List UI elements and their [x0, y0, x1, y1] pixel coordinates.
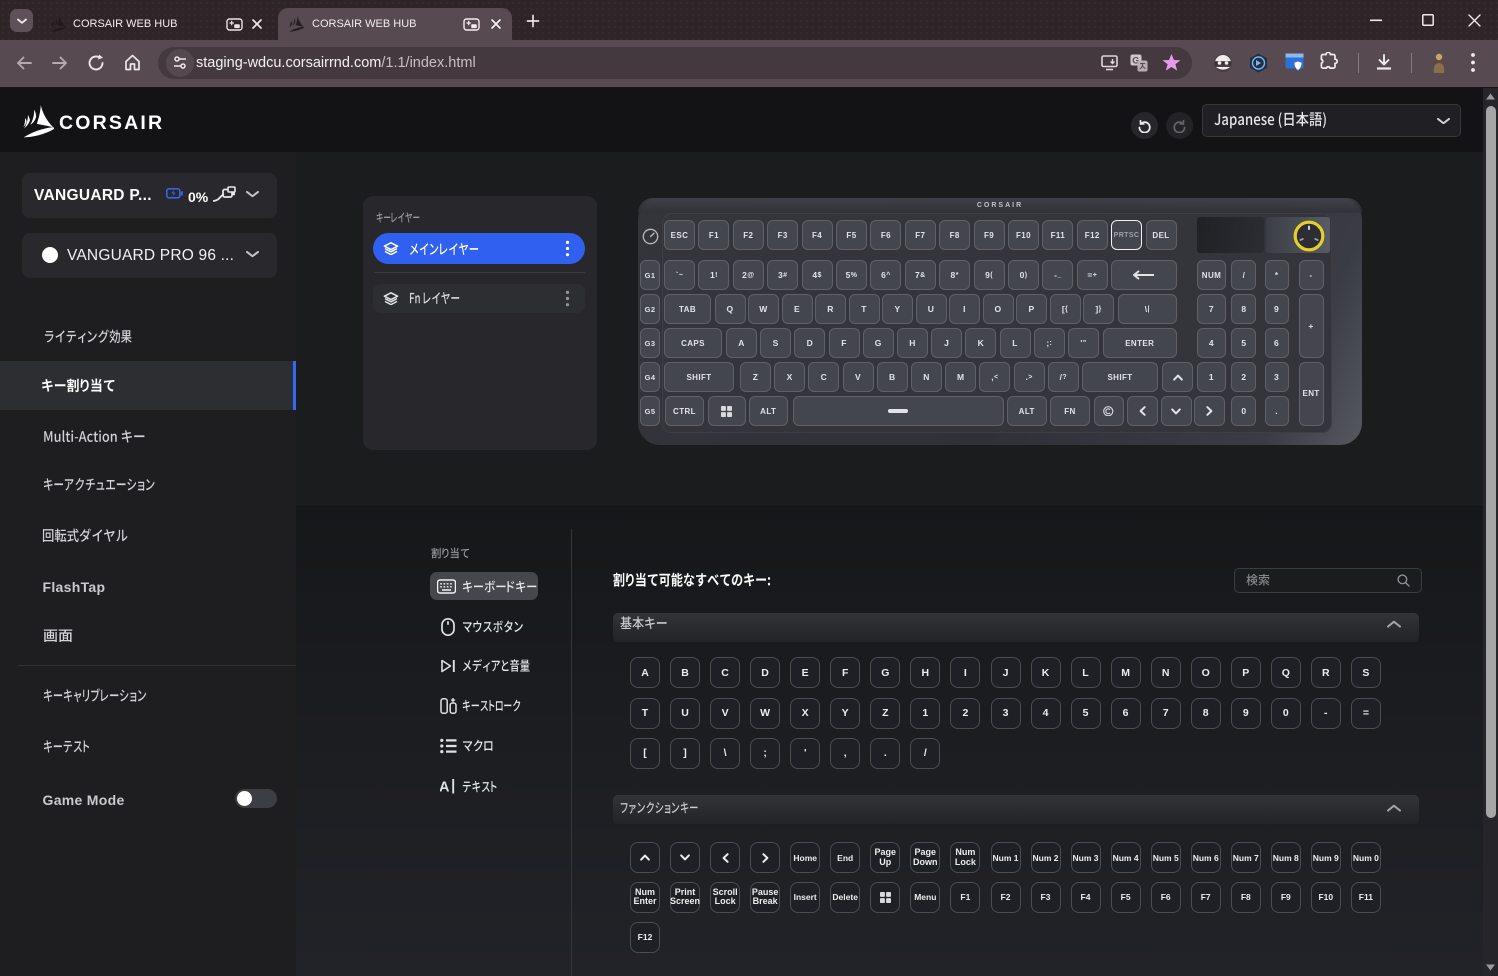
svg-text:A: A [440, 780, 450, 796]
